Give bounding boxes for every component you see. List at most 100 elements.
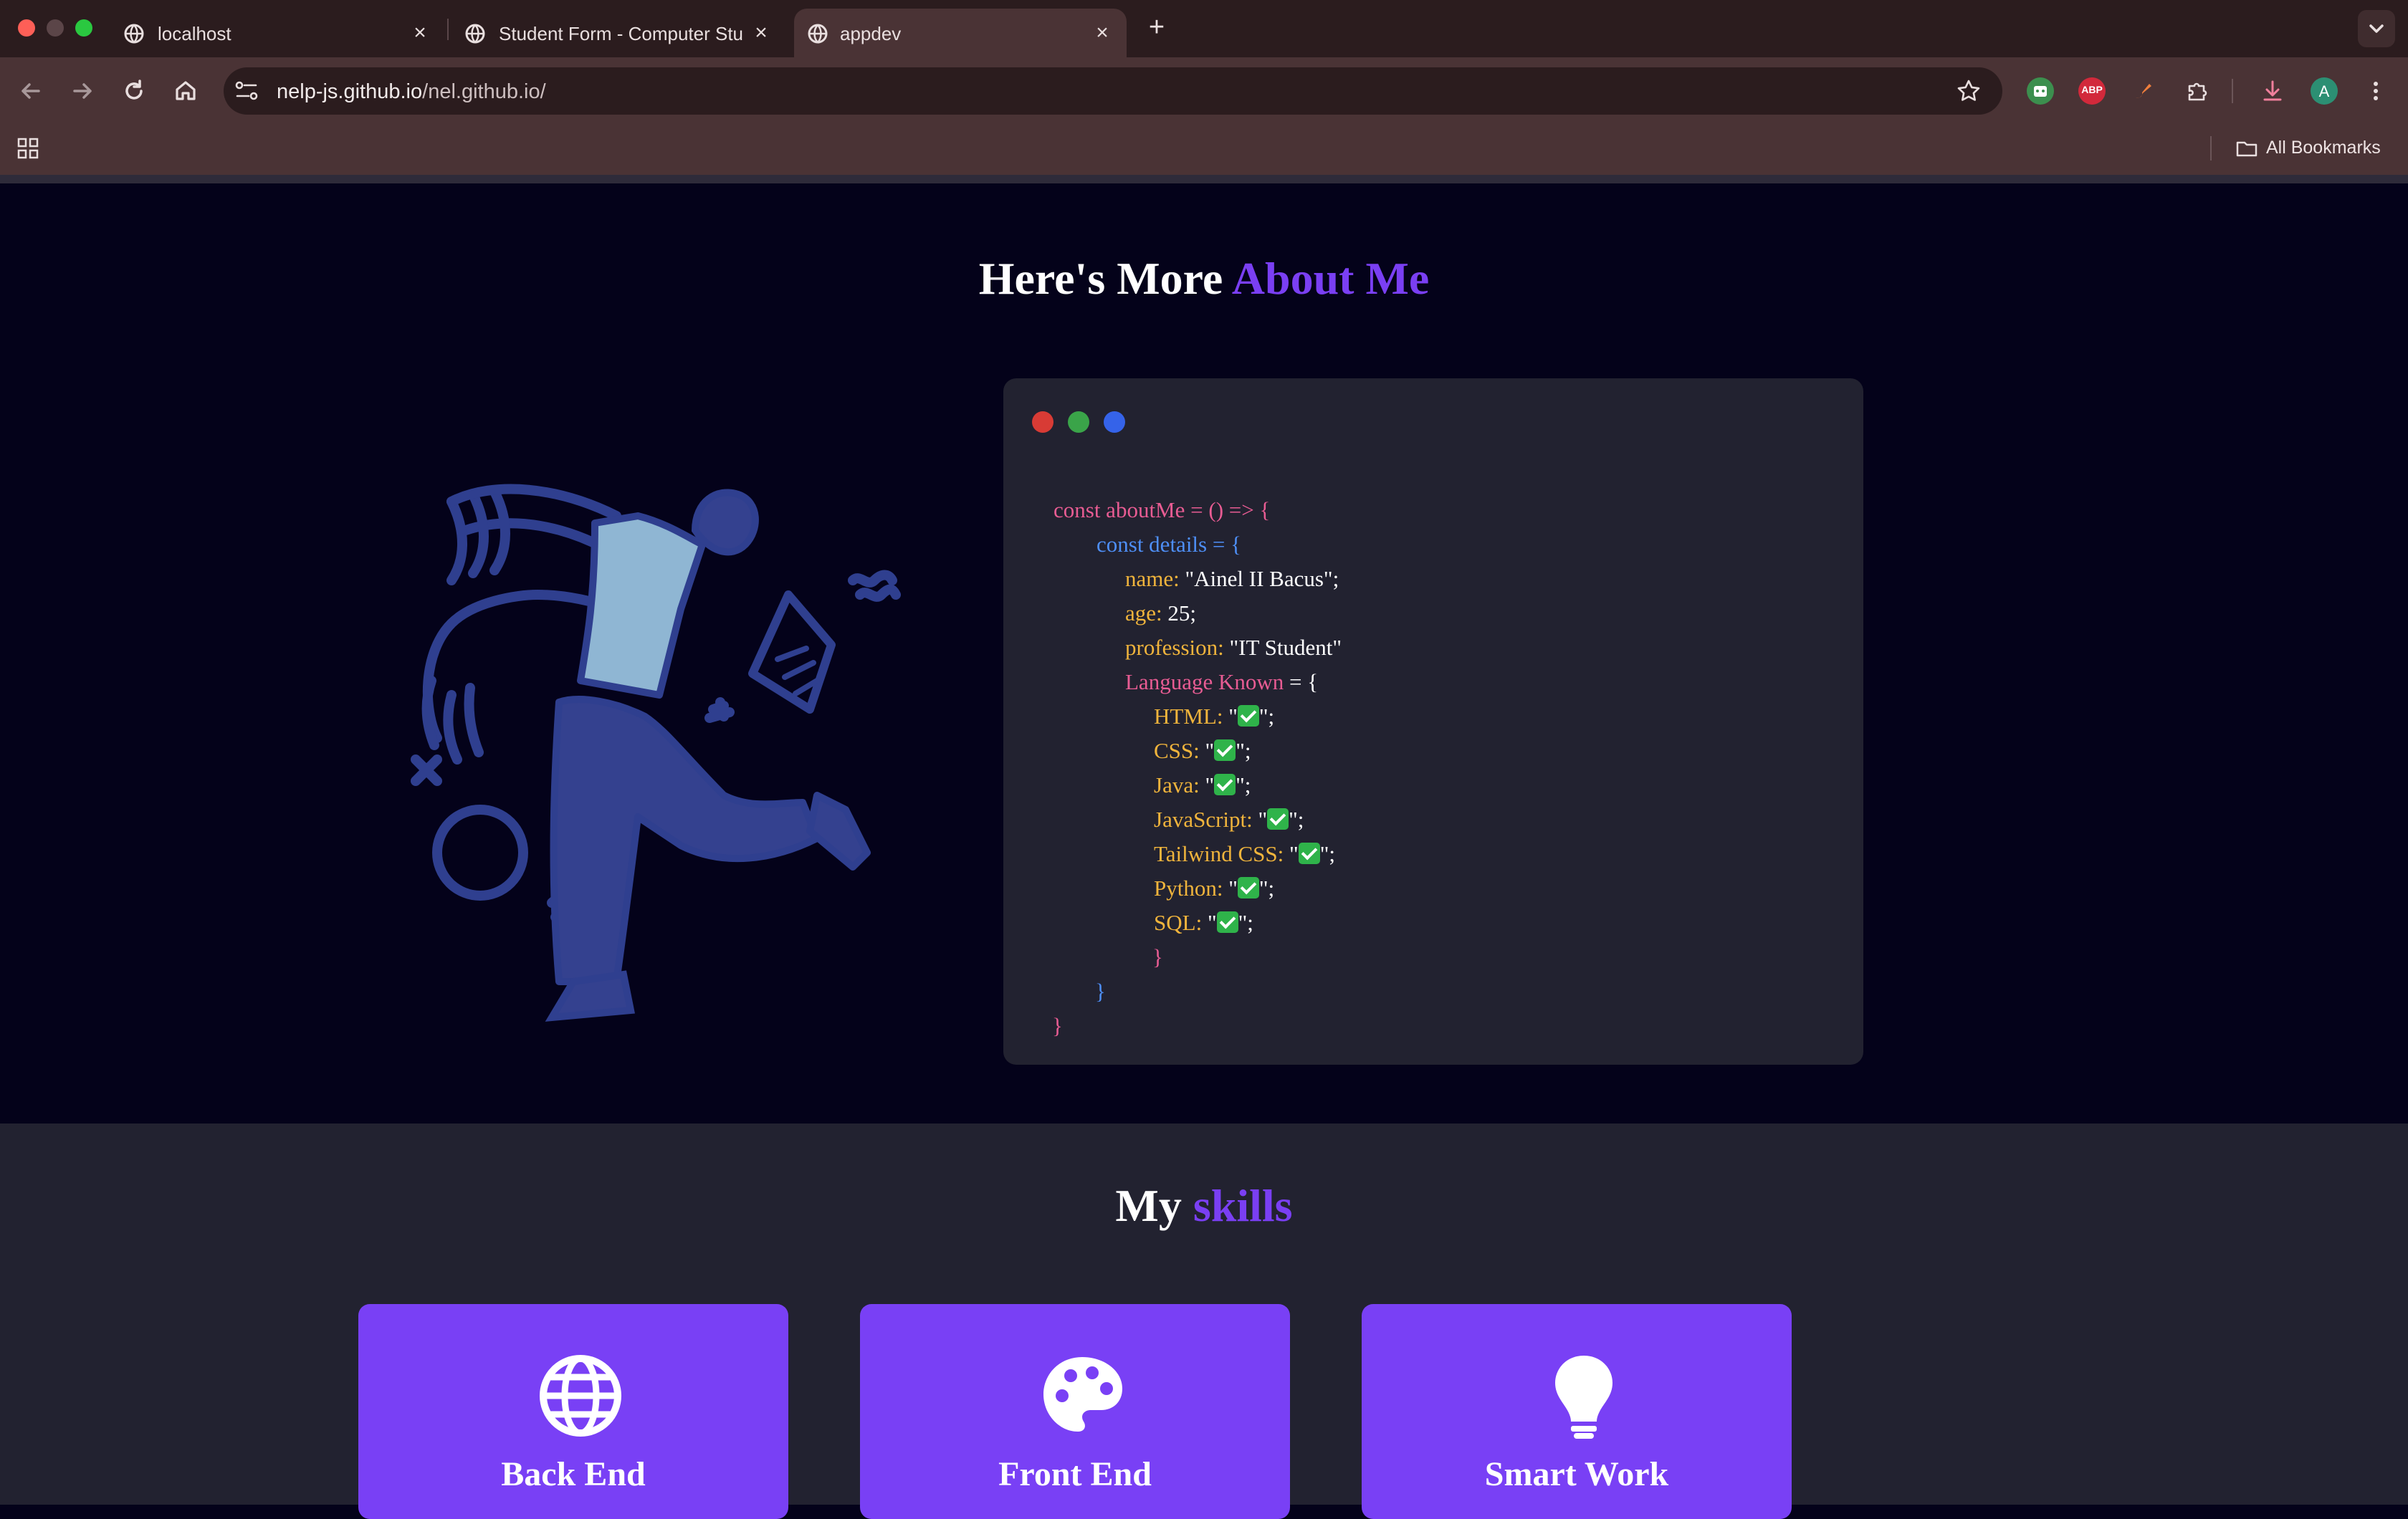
skill-card-title: Back End — [501, 1455, 646, 1493]
language-key: Tailwind CSS: — [1154, 841, 1284, 866]
bookmark-star-icon[interactable] — [1955, 77, 1982, 105]
palette-icon — [1043, 1357, 1122, 1432]
tab-label: localhost — [158, 23, 231, 44]
code-key: profession: — [1125, 635, 1224, 660]
code-line: age: 25; — [1125, 596, 1196, 631]
quote: " — [1199, 772, 1215, 797]
code-line: } — [1152, 944, 1163, 969]
code-value: = { — [1284, 669, 1319, 694]
code-line: const details = { — [1096, 532, 1241, 557]
quote: " — [1284, 841, 1299, 866]
tab-search-button[interactable] — [2358, 10, 2395, 47]
avatar-initial: A — [2318, 82, 2330, 100]
quote: " — [1199, 738, 1215, 763]
close-icon[interactable]: × — [750, 21, 773, 44]
code-line: } — [1095, 979, 1106, 1004]
quote: " — [1223, 876, 1238, 901]
tab-label: Student Form - Computer Stu — [499, 23, 742, 44]
code-value: "IT Student" — [1223, 635, 1342, 660]
quote: "; — [1238, 910, 1253, 935]
about-heading: Here's More About Me — [0, 252, 2408, 305]
tab-localhost[interactable]: localhost × — [123, 9, 439, 57]
check-icon — [1214, 774, 1236, 795]
about-heading-prefix: Here's More — [978, 253, 1232, 304]
forward-arrow-icon[interactable] — [66, 75, 99, 107]
lightbulb-icon — [1555, 1356, 1612, 1439]
code-line: const aboutMe = () => { — [1054, 497, 1271, 522]
skill-card-title: Smart Work — [1484, 1455, 1669, 1493]
chevron-down-icon — [2369, 24, 2384, 33]
more-menu-icon[interactable] — [2362, 77, 2389, 105]
url-domain: nelp-js.github.io — [277, 80, 423, 103]
check-icon — [1267, 808, 1289, 830]
quote: " — [1223, 704, 1238, 729]
back-arrow-icon[interactable] — [14, 75, 47, 107]
language-key: HTML: — [1154, 704, 1223, 729]
quote: "; — [1236, 772, 1251, 797]
code-card — [1003, 378, 1863, 1065]
code-line: Language Known = { — [1125, 665, 1318, 699]
apps-grid-icon[interactable] — [16, 136, 40, 160]
skills-heading-accent: skills — [1193, 1180, 1293, 1231]
quote: "; — [1236, 738, 1251, 763]
close-icon[interactable]: × — [1091, 21, 1114, 44]
code-line: CSS: " "; — [1154, 734, 1251, 768]
window-zoom-button[interactable] — [75, 19, 92, 37]
quote: " — [1252, 807, 1268, 832]
blue-dot — [1104, 411, 1125, 433]
code-key: Language Known — [1125, 669, 1284, 694]
all-bookmarks-link[interactable]: All Bookmarks — [2266, 138, 2381, 158]
language-key: CSS: — [1154, 738, 1200, 763]
code-line: Python: " "; — [1154, 871, 1274, 906]
home-icon[interactable] — [169, 75, 202, 107]
globe-icon — [540, 1355, 621, 1437]
check-icon — [1298, 843, 1320, 864]
check-icon — [1237, 705, 1259, 727]
quote: "; — [1258, 876, 1275, 901]
red-dot — [1032, 411, 1054, 433]
globe-icon — [465, 24, 485, 44]
check-icon — [1237, 877, 1259, 899]
green-dot — [1068, 411, 1089, 433]
url-text[interactable]: nelp-js.github.io/nel.github.io/ — [277, 80, 546, 104]
code-line: JavaScript: " "; — [1154, 802, 1304, 837]
extension-adblock-icon[interactable]: ABP — [2078, 77, 2106, 105]
dancing-person-illustration — [411, 484, 901, 1022]
reload-icon[interactable] — [118, 75, 150, 107]
tab-separator — [447, 19, 449, 40]
quote: "; — [1319, 841, 1335, 866]
close-icon[interactable]: × — [408, 21, 431, 44]
extensions-puzzle-icon[interactable] — [2183, 77, 2210, 105]
language-key: SQL: — [1154, 910, 1203, 935]
skill-card-title: Front End — [998, 1455, 1152, 1493]
toolbar-separator — [2232, 79, 2233, 103]
about-heading-accent: About Me — [1231, 253, 1430, 304]
code-line: Tailwind CSS: " "; — [1154, 837, 1335, 871]
tab-appdev[interactable]: appdev × — [794, 9, 1127, 57]
code-line: name: "Ainel II Bacus"; — [1125, 562, 1339, 596]
tab-label: appdev — [840, 23, 902, 44]
extension-robot-icon[interactable] — [2027, 77, 2054, 105]
language-key: Python: — [1154, 876, 1223, 901]
bookmarks-bar — [0, 122, 2408, 175]
profile-avatar[interactable]: A — [2311, 77, 2338, 105]
code-line: } — [1052, 1013, 1063, 1038]
skills-heading: My skills — [0, 1179, 2408, 1232]
code-line: HTML: " "; — [1154, 699, 1274, 734]
code-value: "Ainel II Bacus"; — [1179, 566, 1339, 591]
page-top-edge — [0, 175, 2408, 183]
code-line: SQL: " "; — [1154, 906, 1253, 940]
new-tab-button[interactable]: + — [1142, 13, 1171, 42]
globe-icon — [808, 24, 828, 44]
code-key: name: — [1125, 566, 1180, 591]
tab-student-form[interactable]: Student Form - Computer Stu × — [464, 9, 780, 57]
folder-icon[interactable] — [2235, 136, 2259, 160]
window-minimize-button[interactable] — [47, 19, 64, 37]
skills-heading-prefix: My — [1115, 1180, 1193, 1231]
window-close-button[interactable] — [18, 19, 35, 37]
extension-brush-icon[interactable] — [2130, 77, 2157, 105]
check-icon — [1214, 739, 1236, 761]
site-info-icon[interactable] — [232, 79, 261, 103]
download-icon[interactable] — [2259, 77, 2286, 105]
adblock-label: ABP — [2081, 84, 2103, 95]
